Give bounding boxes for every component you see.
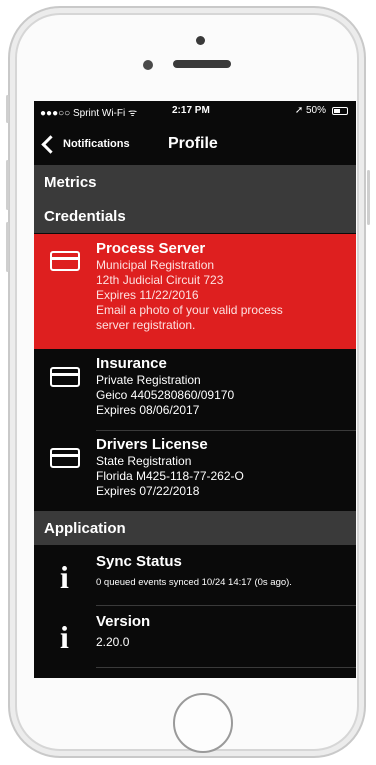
clock: 2:17 PM [172, 105, 210, 116]
app-row-sync-status[interactable]: i Sync Status 0 queued events synced 10/… [34, 547, 356, 603]
card-icon [50, 251, 80, 271]
section-label: Metrics [44, 173, 97, 191]
credential-line: 12th Judicial Circuit 723 [96, 273, 224, 287]
carrier-label: ●●●○○ Sprint Wi-Fi ᯤ [40, 108, 138, 119]
row-divider [96, 430, 356, 431]
credential-text: Insurance Private Registration Geico 440… [96, 355, 234, 418]
credential-line: Expires 08/06/2017 [96, 403, 200, 417]
credential-insurance[interactable]: Insurance Private Registration Geico 440… [34, 351, 356, 429]
info-icon: i [60, 619, 69, 655]
credential-line: Expires 07/22/2018 [96, 484, 200, 498]
credential-title: Process Server [96, 240, 206, 257]
back-label: Notifications [63, 138, 130, 150]
section-application: Application [34, 511, 356, 545]
credential-line: Expires 11/22/2016 [96, 288, 199, 302]
card-icon [50, 367, 80, 387]
credential-process-server[interactable]: Process Server Municipal Registration 12… [34, 234, 356, 349]
credential-line: server registration. [96, 318, 196, 332]
battery-icon [332, 107, 348, 115]
section-label: Application [44, 519, 126, 537]
credential-title: Insurance [96, 355, 167, 372]
credential-line: State Registration [96, 454, 192, 468]
front-camera [143, 60, 153, 70]
section-metrics[interactable]: Metrics [34, 165, 356, 199]
app-screen: ●●●○○ Sprint Wi-Fi ᯤ 2:17 PM ➚ 50% Notif… [34, 101, 356, 678]
card-icon [50, 448, 80, 468]
camera-dot [196, 36, 205, 45]
credential-line: Geico 4405280860/09170 [96, 388, 235, 402]
section-credentials: Credentials [34, 199, 356, 233]
credential-drivers-license[interactable]: Drivers License State Registration Flori… [34, 432, 356, 510]
app-row-title: Sync Status [96, 553, 182, 570]
chevron-left-icon [41, 134, 60, 154]
back-button[interactable]: Notifications [40, 133, 130, 155]
earpiece-speaker [173, 60, 231, 68]
battery-label: ➚ 50% [294, 105, 326, 116]
row-divider [96, 667, 356, 668]
app-row-text: Version 2.20.0 [96, 613, 150, 650]
credential-title: Drivers License [96, 436, 208, 453]
credential-line: Email a photo of your valid process [96, 303, 283, 317]
status-bar: ●●●○○ Sprint Wi-Fi ᯤ 2:17 PM ➚ 50% [34, 101, 356, 121]
app-row-version[interactable]: i Version 2.20.0 [34, 607, 356, 665]
app-row-title: Version [96, 613, 151, 630]
power-button [367, 170, 370, 225]
row-divider [96, 605, 356, 606]
credential-line: Private Registration [96, 373, 201, 387]
app-row-detail: 0 queued events synced 10/24 14:17 (0s a… [96, 577, 292, 588]
credential-line: Florida M425-118-77-262-O [96, 469, 244, 483]
mute-switch [6, 95, 9, 123]
info-icon: i [60, 559, 69, 595]
app-row-detail: 2.20.0 [96, 635, 130, 649]
credential-text: Drivers License State Registration Flori… [96, 436, 244, 499]
app-row-text: Sync Status 0 queued events synced 10/24… [96, 553, 292, 590]
nav-bar: Notifications Profile [34, 123, 356, 163]
volume-up-button [6, 160, 9, 210]
section-label: Credentials [44, 207, 126, 225]
home-button[interactable] [173, 693, 233, 753]
credential-line: Municipal Registration [96, 258, 215, 272]
credential-text: Process Server Municipal Registration 12… [96, 240, 283, 333]
volume-down-button [6, 222, 9, 272]
page-title: Profile [168, 135, 218, 152]
